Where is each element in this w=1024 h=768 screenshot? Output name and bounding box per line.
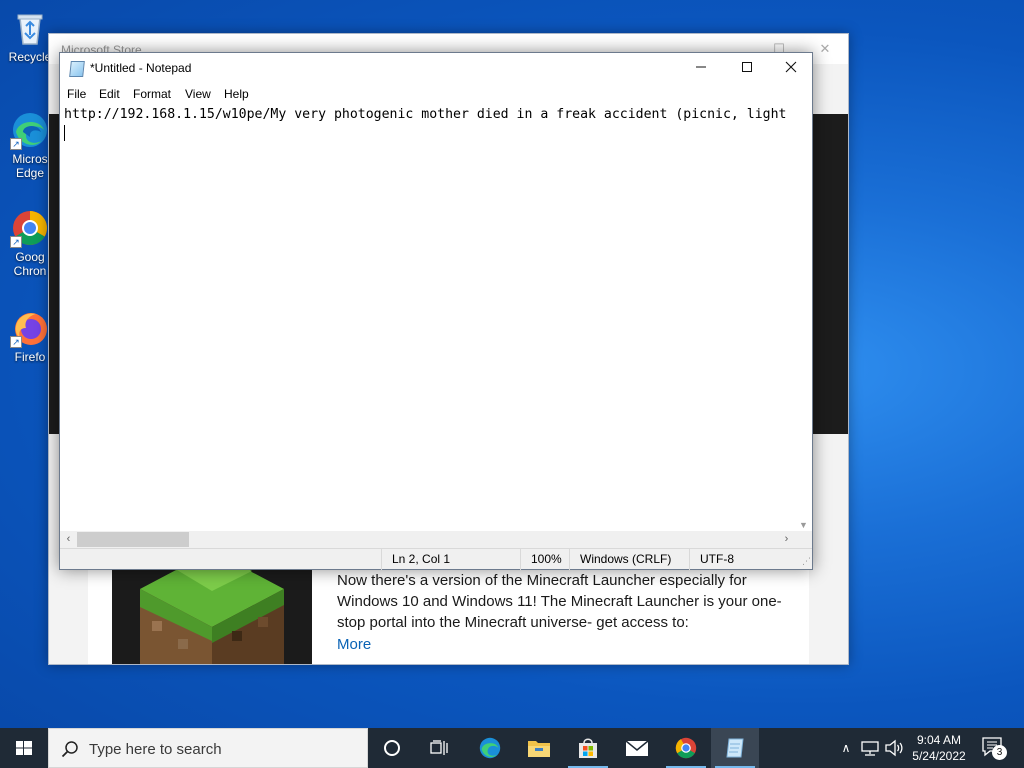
chrome-icon <box>675 737 697 759</box>
file-explorer-icon <box>528 741 550 757</box>
taskbar-task-view[interactable] <box>416 728 464 768</box>
notification-count-badge: 3 <box>992 745 1007 760</box>
notepad-icon <box>69 61 85 77</box>
action-center-button[interactable]: 3 <box>975 734 1011 762</box>
vertical-scrollbar[interactable]: ▼ <box>795 105 812 531</box>
notepad-status-bar: Ln 2, Col 1 100% Windows (CRLF) UTF-8 ⋰ <box>60 548 812 570</box>
menu-format[interactable]: Format <box>133 87 171 101</box>
horizontal-scroll-thumb[interactable] <box>77 532 189 547</box>
text-caret <box>64 125 65 141</box>
search-placeholder: Type here to search <box>89 741 222 758</box>
status-encoding: UTF-8 <box>689 549 789 570</box>
notepad-window[interactable]: *Untitled - Notepad File Edit Format Vie… <box>59 52 813 570</box>
minecraft-grass-block-image <box>112 561 312 664</box>
show-hidden-icons-chevron-icon[interactable]: ∧ <box>836 728 856 768</box>
menu-view[interactable]: View <box>185 87 211 101</box>
taskbar-chrome[interactable] <box>662 728 710 768</box>
taskbar-notepad[interactable] <box>711 728 759 768</box>
taskbar-file-explorer[interactable] <box>515 728 563 768</box>
store-product-description: Now there's a version of the Minecraft L… <box>337 572 782 631</box>
taskbar: Type here to search ∧ 9:04 AM 5/24/2022 … <box>0 728 1024 768</box>
notepad-titlebar[interactable]: *Untitled - Notepad <box>60 53 812 83</box>
menu-file[interactable]: File <box>67 87 86 101</box>
network-icon[interactable] <box>860 740 880 756</box>
maximize-icon <box>742 62 752 72</box>
store-close-icon[interactable]: ✕ <box>811 38 839 60</box>
status-line-ending: Windows (CRLF) <box>569 549 690 570</box>
status-zoom: 100% <box>520 549 570 570</box>
minimize-button[interactable] <box>678 53 724 83</box>
notepad-icon <box>726 738 744 758</box>
store-icon <box>579 738 597 758</box>
recycle-bin-icon <box>10 8 50 48</box>
scroll-left-arrow-icon[interactable]: ‹ <box>60 531 77 548</box>
notepad-text-line: http://192.168.1.15/w10pe/My very photog… <box>64 107 787 122</box>
edge-icon <box>479 737 501 759</box>
horizontal-scrollbar[interactable]: ‹ › <box>60 531 795 548</box>
notepad-text-area[interactable]: http://192.168.1.15/w10pe/My very photog… <box>60 105 795 531</box>
windows-logo-icon <box>16 741 32 755</box>
close-button[interactable] <box>768 53 814 83</box>
taskbar-cortana[interactable] <box>368 728 416 768</box>
minimize-icon <box>696 66 706 68</box>
chrome-icon: ↗ <box>10 208 50 248</box>
clock-time: 9:04 AM <box>916 733 962 747</box>
close-icon <box>785 61 797 73</box>
mail-icon <box>625 740 649 756</box>
taskbar-mail[interactable] <box>613 728 661 768</box>
notepad-window-title: *Untitled - Notepad <box>90 61 192 75</box>
scroll-down-arrow-icon[interactable]: ▼ <box>799 520 808 530</box>
taskbar-search-box[interactable]: Type here to search <box>48 728 368 768</box>
store-more-link[interactable]: More <box>337 636 371 653</box>
notepad-menubar: File Edit Format View Help <box>60 83 812 105</box>
resize-grip-icon[interactable]: ⋰ <box>802 556 811 567</box>
taskbar-clock[interactable]: 9:04 AM 5/24/2022 <box>908 732 970 764</box>
start-button[interactable] <box>0 728 48 768</box>
edge-icon: ↗ <box>10 110 50 150</box>
taskbar-store[interactable] <box>564 728 612 768</box>
taskbar-edge[interactable] <box>466 728 514 768</box>
search-icon <box>61 741 78 758</box>
store-product-card: Now there's a version of the Minecraft L… <box>88 561 809 664</box>
menu-edit[interactable]: Edit <box>99 87 120 101</box>
shortcut-arrow-icon: ↗ <box>10 336 22 348</box>
maximize-button[interactable] <box>724 53 770 83</box>
volume-icon[interactable] <box>884 739 904 757</box>
status-cursor-position: Ln 2, Col 1 <box>381 549 521 570</box>
scrollbar-corner <box>795 531 812 548</box>
shortcut-arrow-icon: ↗ <box>10 236 22 248</box>
task-view-icon <box>430 740 448 755</box>
clock-date: 5/24/2022 <box>912 749 966 763</box>
cortana-icon <box>384 740 400 756</box>
shortcut-arrow-icon: ↗ <box>10 138 22 150</box>
menu-help[interactable]: Help <box>224 87 249 101</box>
scroll-right-arrow-icon[interactable]: › <box>778 531 795 548</box>
firefox-icon: ↗ <box>10 308 50 348</box>
